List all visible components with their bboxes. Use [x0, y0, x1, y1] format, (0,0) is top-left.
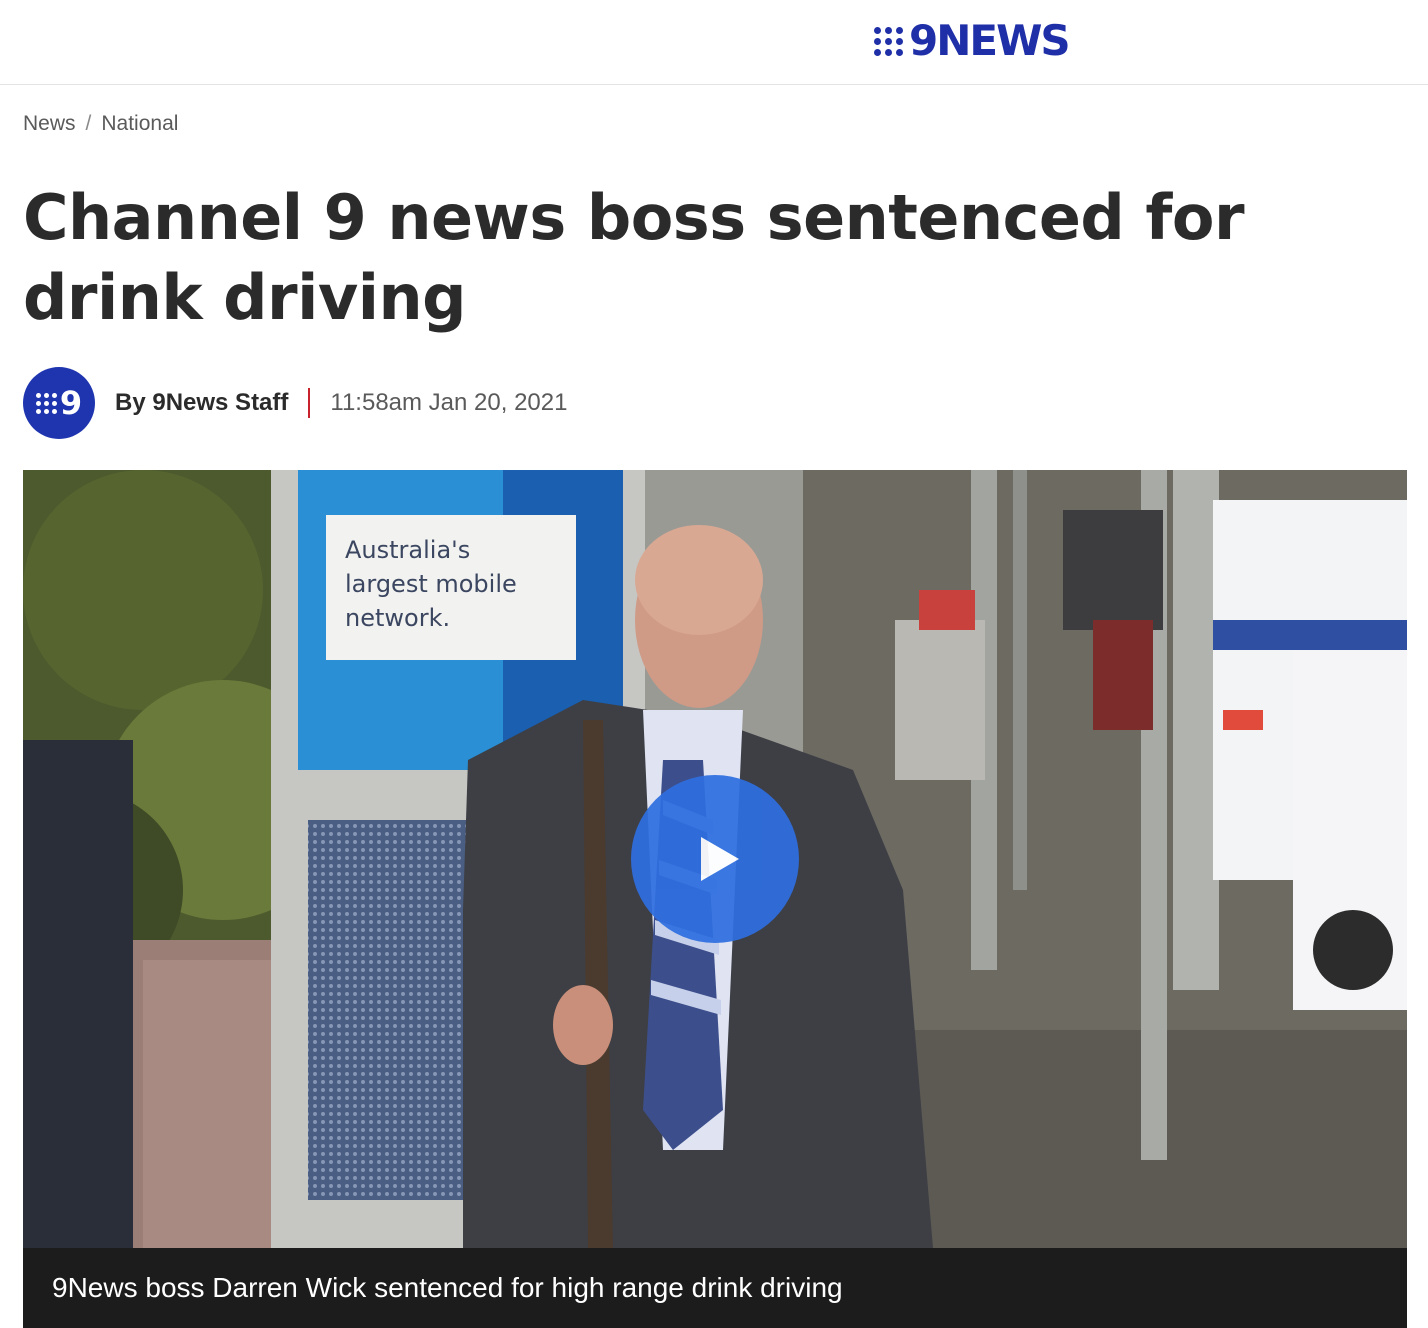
nine-dots-icon: [874, 26, 903, 56]
author-name[interactable]: By 9News Staff: [115, 389, 288, 417]
video-player[interactable]: Australia's largest mobile network. 9New…: [23, 470, 1407, 1328]
publish-timestamp: 11:58am Jan 20, 2021: [330, 389, 568, 416]
sign-line-3: network.: [345, 604, 450, 632]
breadcrumb-news[interactable]: News: [23, 112, 76, 136]
breadcrumb-national[interactable]: National: [101, 112, 178, 136]
sign-line-1: Australia's: [345, 536, 470, 564]
author-avatar[interactable]: 9: [23, 367, 95, 439]
byline: 9 By 9News Staff 11:58am Jan 20, 2021: [23, 367, 567, 439]
brand-label: 9NEWS: [909, 16, 1071, 65]
byline-divider: [308, 388, 311, 418]
breadcrumb-separator: /: [85, 112, 92, 135]
sign-line-2: largest mobile: [345, 570, 517, 598]
avatar-label: 9: [59, 384, 83, 422]
nine-dots-icon: [35, 392, 57, 414]
breadcrumb: News / National: [23, 112, 178, 136]
play-button[interactable]: [631, 775, 799, 943]
video-caption: 9News boss Darren Wick sentenced for hig…: [52, 1272, 843, 1303]
nine-news-logo[interactable]: 9NEWS: [874, 16, 1071, 65]
article-title: Channel 9 news boss sentenced for drink …: [23, 181, 1245, 334]
video-caption-bar: 9News boss Darren Wick sentenced for hig…: [23, 1248, 1407, 1328]
site-header: 9NEWS: [0, 0, 1428, 85]
play-icon: [701, 837, 739, 881]
